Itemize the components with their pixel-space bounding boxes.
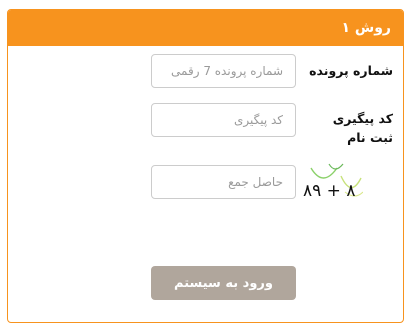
tracking-code-input[interactable] — [151, 103, 296, 137]
tracking-code-label: کد پیگیری ثبت نام — [333, 109, 393, 147]
panel-title: روش ۱ — [341, 20, 391, 36]
login-button[interactable]: ورود به سیستم — [151, 266, 296, 300]
captcha-answer-input[interactable] — [151, 165, 296, 199]
file-number-input[interactable] — [151, 54, 296, 88]
login-panel: روش ۱ شماره پرونده کد پیگیری ثبت نام ۸۹ … — [7, 9, 404, 323]
tracking-code-label-line1: کد پیگیری — [332, 111, 393, 126]
tracking-code-label-line2: ثبت نام — [347, 130, 393, 145]
captcha-text: ۸۹ + ۸ — [303, 181, 356, 201]
panel-header: روش ۱ — [8, 10, 403, 46]
captcha-image: ۸۹ + ۸ — [301, 162, 363, 204]
file-number-label: شماره پرونده — [309, 63, 393, 78]
